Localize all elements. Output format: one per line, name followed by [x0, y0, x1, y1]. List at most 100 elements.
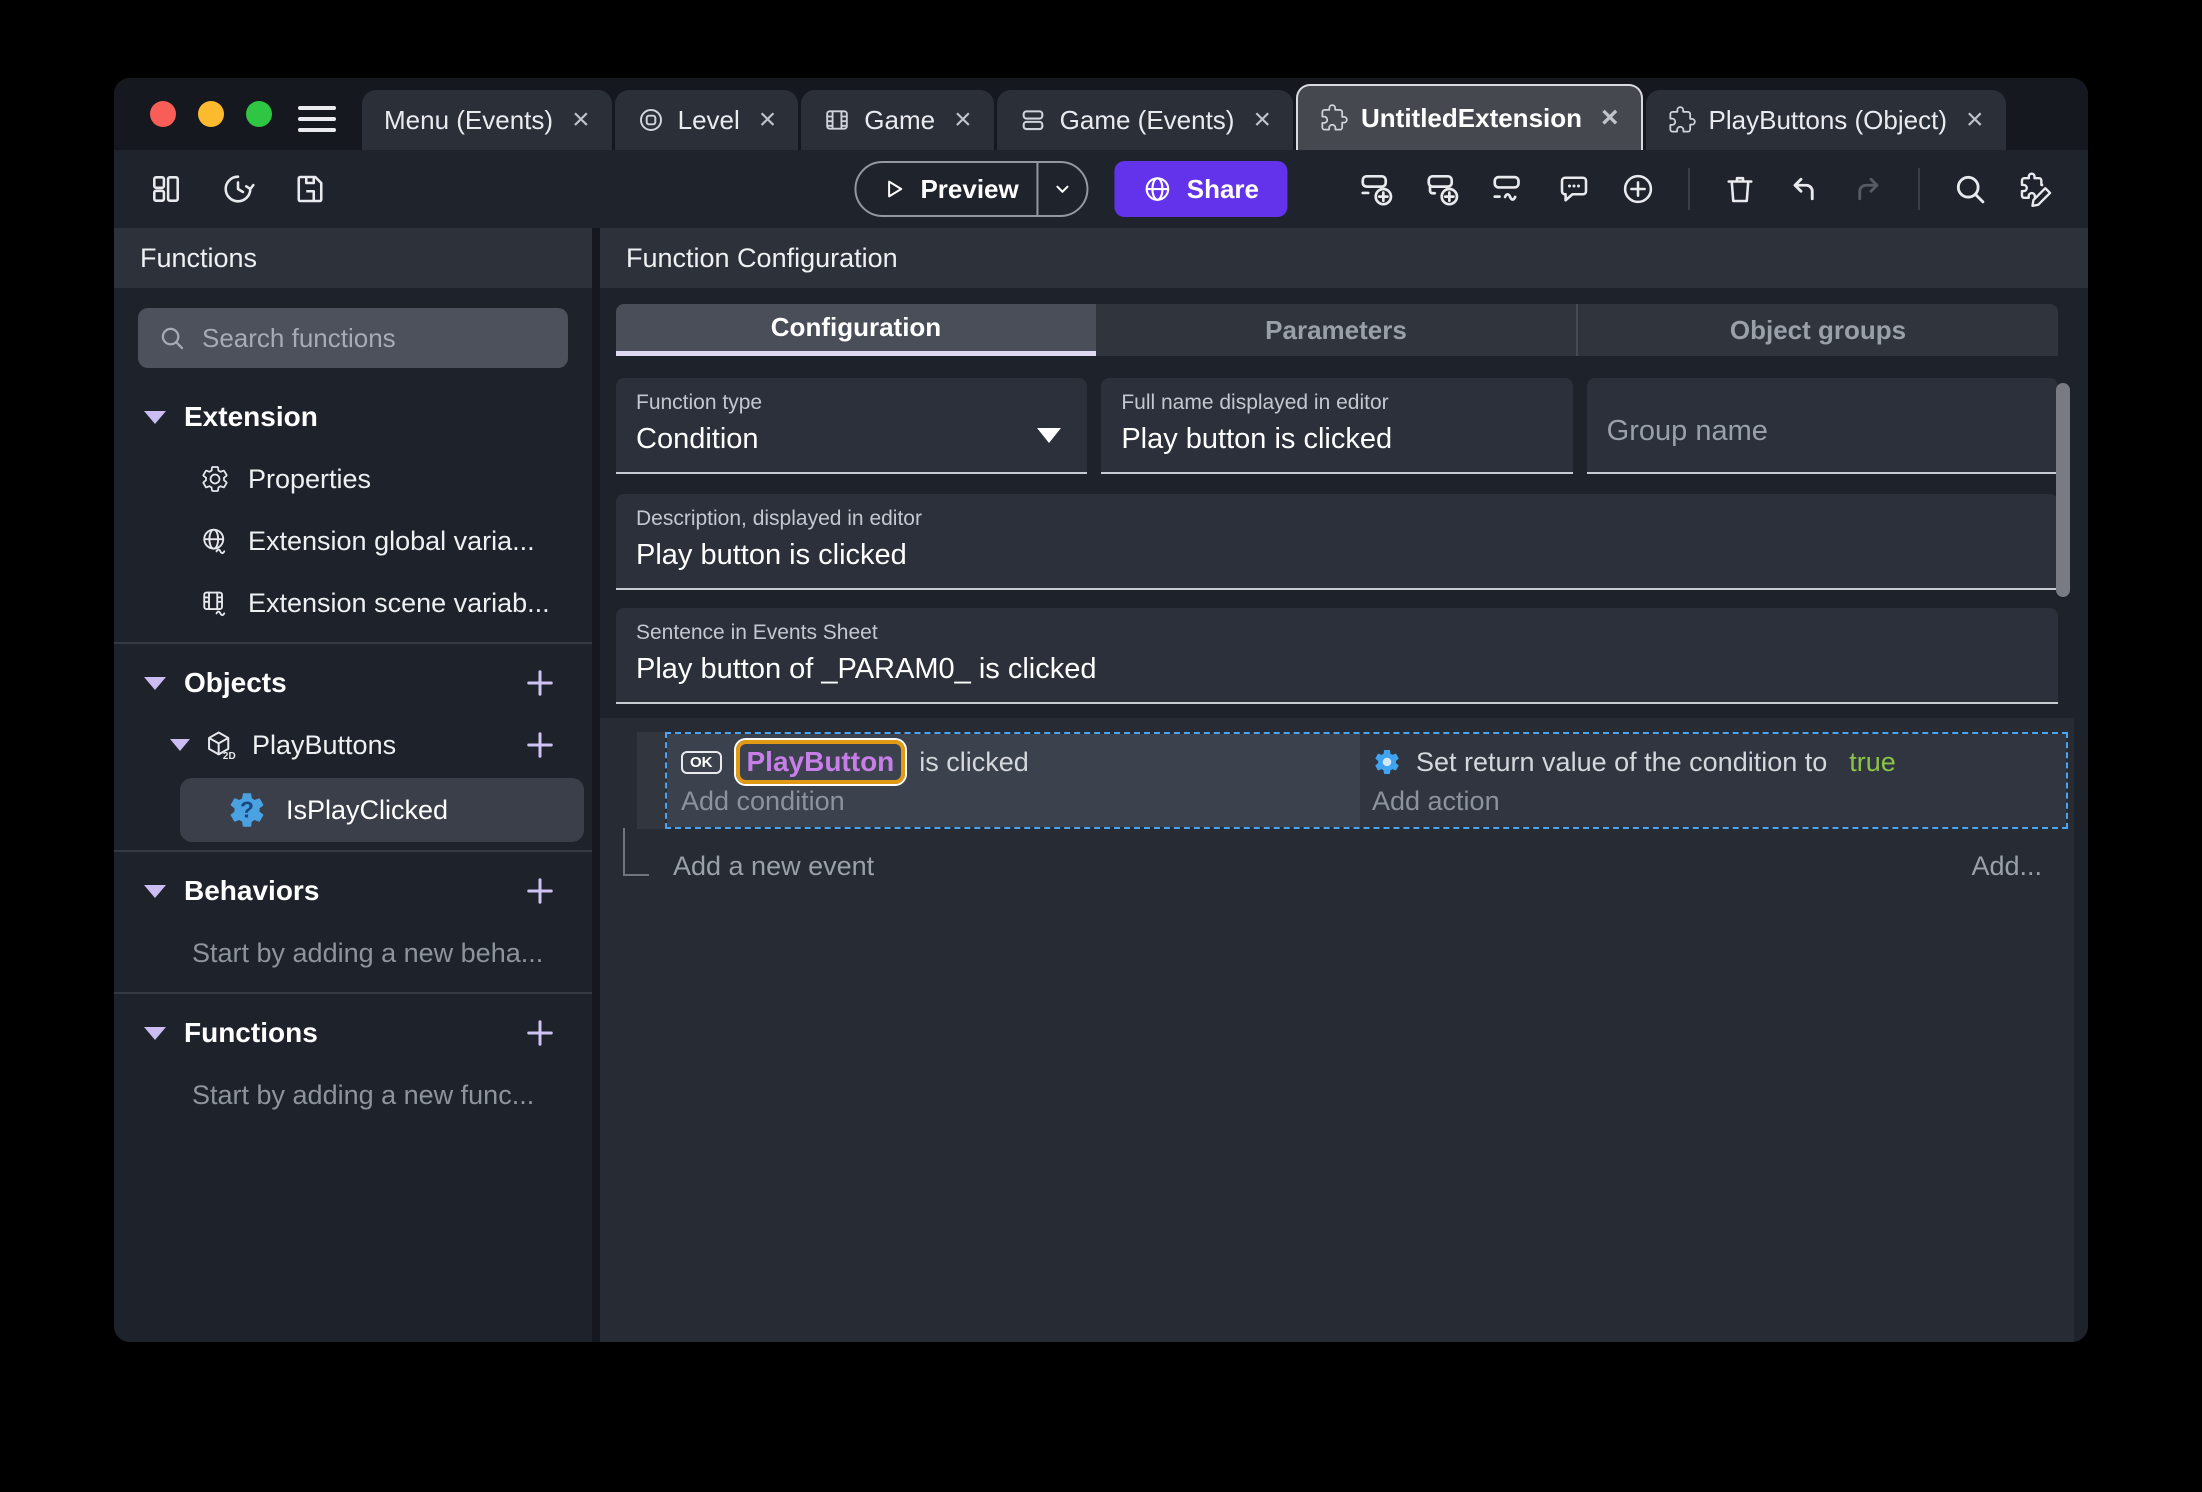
add-object-button[interactable]	[522, 665, 558, 701]
collapse-triangle-icon[interactable]	[144, 884, 166, 898]
tab-untitled-extension[interactable]: UntitledExtension ×	[1296, 84, 1643, 150]
preview-button[interactable]: Preview	[854, 161, 1089, 217]
cube-2d-icon	[204, 729, 236, 761]
tab-playbuttons-object[interactable]: PlayButtons (Object) ×	[1645, 90, 2006, 150]
add-condition-button[interactable]: Add condition	[681, 786, 1360, 817]
section-functions[interactable]: Functions	[114, 1002, 592, 1064]
trash-icon[interactable]	[1722, 171, 1758, 207]
tab-strip: Menu (Events) × Level × Game × Game (Eve…	[362, 78, 2006, 150]
tab-label: Game (Events)	[1059, 104, 1235, 135]
tab-menu-events[interactable]: Menu (Events) ×	[362, 90, 612, 150]
collapse-triangle-icon[interactable]	[170, 739, 190, 751]
search-icon[interactable]	[1952, 171, 1988, 207]
tab-configuration[interactable]: Configuration	[616, 304, 1096, 356]
globe-icon	[1143, 174, 1173, 204]
item-label: PlayButtons	[252, 729, 397, 760]
add-subevent-icon[interactable]	[1424, 170, 1462, 208]
close-icon[interactable]: ×	[572, 105, 590, 135]
section-objects[interactable]: Objects	[114, 652, 592, 714]
collapse-triangle-icon[interactable]	[144, 676, 166, 690]
section-divider	[114, 992, 592, 994]
condition-text: is clicked	[919, 746, 1029, 777]
description-field[interactable]: Description, displayed in editor Play bu…	[616, 494, 2058, 590]
add-behavior-button[interactable]	[522, 873, 558, 909]
function-configuration-panel: Function Configuration Configuration Par…	[600, 228, 2088, 1342]
undo-icon[interactable]	[1786, 171, 1822, 207]
close-icon[interactable]: ×	[954, 105, 972, 135]
play-icon	[880, 176, 906, 202]
action-text: Set return value of the condition to	[1416, 746, 1828, 777]
main-header: Function Configuration	[600, 228, 2088, 288]
search-input[interactable]	[202, 322, 548, 354]
redo-icon[interactable]	[1850, 171, 1886, 207]
close-icon[interactable]: ×	[1253, 105, 1271, 135]
object-chip-playbutton[interactable]: PlayButton	[735, 740, 906, 784]
tab-parameters[interactable]: Parameters	[1096, 304, 1576, 356]
close-window-button[interactable]	[150, 101, 176, 127]
collapse-triangle-icon[interactable]	[144, 410, 166, 424]
group-name-input[interactable]	[1606, 415, 2038, 448]
project-manager-icon[interactable]	[148, 171, 184, 207]
scrollbar-thumb[interactable]	[2056, 383, 2070, 597]
tab-label: PlayButtons (Object)	[1708, 104, 1947, 135]
event-indent-guide	[623, 828, 649, 876]
add-action-button[interactable]: Add action	[1372, 786, 2066, 817]
add-event-icon[interactable]	[1358, 170, 1396, 208]
film-icon	[823, 106, 851, 134]
sentence-field[interactable]: Sentence in Events Sheet Play button of …	[616, 608, 2058, 704]
function-type-value: Condition	[636, 423, 759, 455]
section-extension[interactable]: Extension	[114, 386, 592, 448]
add-other-event-icon[interactable]	[1490, 170, 1528, 208]
dropdown-arrow-icon	[1037, 428, 1062, 443]
minimize-window-button[interactable]	[198, 101, 224, 127]
functions-empty-hint: Start by adding a new func...	[192, 1079, 535, 1110]
tab-object-groups[interactable]: Object groups	[1576, 304, 2058, 356]
tab-game-events[interactable]: Game (Events) ×	[996, 90, 1293, 150]
add-function-button[interactable]	[522, 1015, 558, 1051]
actions-cell[interactable]: Set return value of the condition to tru…	[1360, 734, 2066, 827]
history-icon[interactable]	[220, 171, 256, 207]
toolbar-right-group	[1358, 168, 2054, 210]
edit-extension-icon[interactable]	[2016, 170, 2054, 208]
chevron-down-icon	[1052, 178, 1074, 200]
toolbar-left-group	[148, 171, 328, 207]
field-label: Function type	[636, 391, 763, 414]
section-behaviors[interactable]: Behaviors	[114, 860, 592, 922]
close-icon[interactable]: ×	[1966, 105, 1984, 135]
function-type-select[interactable]: Function type Condition	[616, 378, 1088, 474]
add-new-event-button[interactable]: Add a new event	[673, 851, 874, 882]
close-icon[interactable]: ×	[759, 105, 777, 135]
tab-label: Menu (Events)	[384, 104, 554, 135]
main-title: Function Configuration	[626, 242, 898, 273]
sidebar-item-extension-global-variables[interactable]: Extension global varia...	[114, 510, 592, 572]
group-name-field[interactable]	[1586, 378, 2058, 474]
toolbar-divider	[1688, 168, 1690, 210]
event-drag-handle[interactable]	[637, 732, 665, 829]
share-button[interactable]: Share	[1114, 161, 1288, 217]
add-object-function-button[interactable]	[522, 727, 558, 763]
collapse-triangle-icon[interactable]	[144, 1026, 166, 1040]
search-box[interactable]	[138, 308, 568, 368]
hamburger-menu-icon[interactable]	[298, 106, 336, 132]
tab-label: Level	[677, 104, 740, 135]
tree-item-playbuttons[interactable]: PlayButtons	[114, 714, 592, 776]
preview-button-main[interactable]: Preview	[856, 174, 1036, 205]
sidebar-item-extension-scene-variables[interactable]: Extension scene variab...	[114, 572, 592, 634]
add-comment-icon[interactable]	[1556, 171, 1592, 207]
preview-options-button[interactable]	[1039, 178, 1087, 200]
tab-game[interactable]: Game ×	[801, 90, 994, 150]
sidebar-item-properties[interactable]: Properties	[114, 448, 592, 510]
zoom-window-button[interactable]	[246, 101, 272, 127]
field-label: Sentence in Events Sheet	[636, 621, 878, 644]
conditions-cell[interactable]: OK PlayButton is clicked Add condition	[667, 734, 1360, 827]
event-row-selected[interactable]: OK PlayButton is clicked Add condition S…	[637, 732, 2068, 829]
save-icon[interactable]	[292, 171, 328, 207]
close-icon[interactable]: ×	[1601, 103, 1619, 133]
add-more-button[interactable]: Add...	[1971, 851, 2042, 882]
tree-item-isplayclicked-selected[interactable]: ? IsPlayClicked	[180, 778, 584, 842]
plus-circle-icon[interactable]	[1620, 171, 1656, 207]
sidebar-search	[114, 288, 592, 380]
window-controls	[150, 101, 272, 127]
tab-level[interactable]: Level ×	[614, 90, 799, 150]
full-name-field[interactable]: Full name displayed in editor Play butto…	[1101, 378, 1573, 474]
